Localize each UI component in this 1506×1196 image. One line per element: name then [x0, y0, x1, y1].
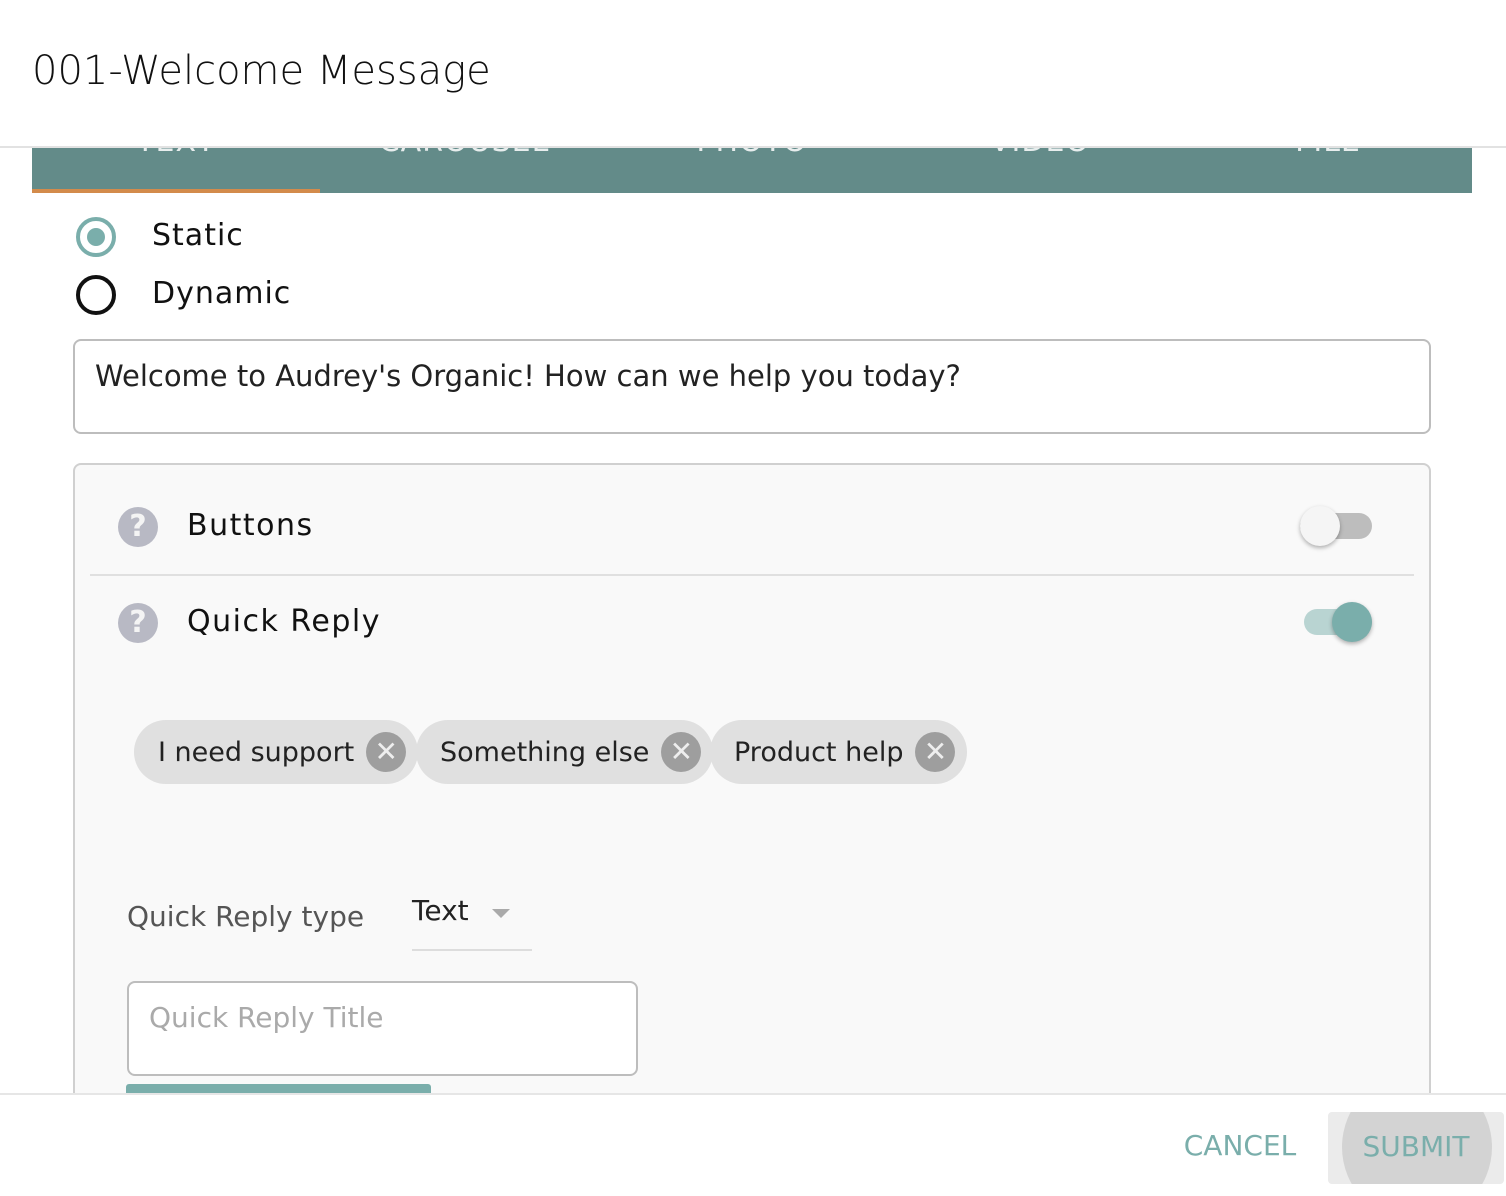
radio-static[interactable]: [76, 217, 116, 257]
buttons-toggle[interactable]: [1300, 506, 1372, 546]
remove-chip-icon[interactable]: ✕: [366, 732, 407, 772]
buttons-label: Buttons: [187, 508, 314, 543]
remove-chip-icon[interactable]: ✕: [915, 732, 956, 772]
radio-dynamic-label: Dynamic: [152, 276, 292, 311]
dialog-footer: CANCEL SUBMIT: [0, 1093, 1506, 1196]
submit-button[interactable]: SUBMIT: [1328, 1112, 1504, 1184]
quick-reply-type-select[interactable]: Text: [412, 880, 532, 951]
submit-label: SUBMIT: [1362, 1130, 1470, 1163]
quick-reply-chip[interactable]: Something else ✕: [416, 720, 714, 784]
chip-label: I need support: [158, 736, 355, 768]
dialog-header: 001-Welcome Message: [0, 0, 1506, 148]
quick-reply-title-input[interactable]: Quick Reply Title: [127, 981, 638, 1076]
select-value: Text: [412, 894, 469, 927]
caret-down-icon: [492, 909, 510, 918]
message-textarea[interactable]: Welcome to Audrey's Organic! How can we …: [73, 339, 1431, 434]
radio-static-label: Static: [152, 218, 244, 253]
quick-reply-label: Quick Reply: [187, 604, 381, 639]
toggle-knob: [1332, 602, 1372, 642]
quick-reply-toggle[interactable]: [1304, 602, 1372, 642]
quick-reply-chip[interactable]: I need support ✕: [134, 720, 419, 784]
quick-reply-type-label: Quick Reply type: [127, 900, 365, 933]
quick-reply-chip[interactable]: Product help ✕: [710, 720, 968, 784]
help-icon[interactable]: ?: [118, 603, 158, 643]
chip-label: Something else: [440, 736, 650, 768]
dialog-title: 001-Welcome Message: [32, 48, 491, 94]
radio-dynamic[interactable]: [76, 275, 116, 315]
help-icon[interactable]: ?: [118, 507, 158, 547]
chip-label: Product help: [734, 736, 904, 768]
toggle-knob: [1300, 506, 1340, 546]
remove-chip-icon[interactable]: ✕: [661, 732, 702, 772]
active-tab-indicator: [32, 189, 320, 193]
cancel-button[interactable]: CANCEL: [1170, 1129, 1310, 1162]
divider: [90, 574, 1414, 576]
